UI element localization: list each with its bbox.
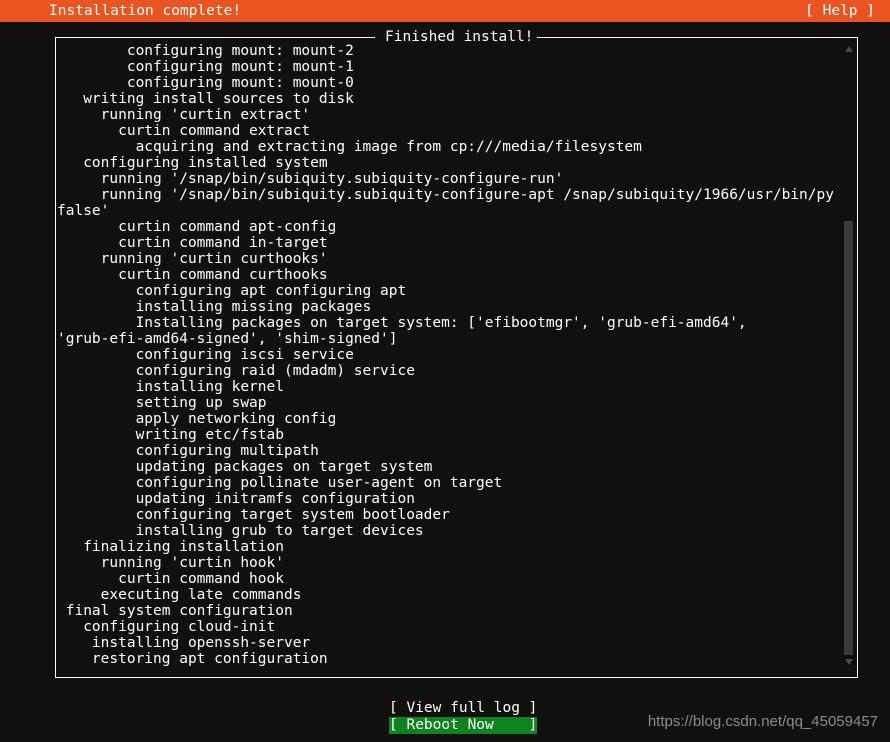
log-line: finalizing installation (57, 539, 284, 555)
log-line: configuring raid (mdadm) service (57, 363, 415, 379)
log-line: 'grub-efi-amd64-signed', 'shim-signed'] (57, 331, 398, 347)
log-line: acquiring and extracting image from cp:/… (57, 139, 642, 155)
log-line: running 'curtin hook' (57, 555, 284, 571)
log-line: running 'curtin extract' (57, 107, 311, 123)
log-line: Installing packages on target system: ['… (57, 315, 747, 331)
log-line: installing grub to target devices (57, 523, 424, 539)
log-line: curtin command curthooks (57, 267, 328, 283)
log-line: executing late commands (57, 587, 302, 603)
log-line: restoring apt configuration (57, 651, 328, 667)
install-log: configuring mount: mount-2 configuring m… (57, 43, 833, 675)
log-line: configuring pollinate user-agent on targ… (57, 475, 503, 491)
log-line: configuring iscsi service (57, 347, 354, 363)
log-line: curtin command apt-config (57, 219, 337, 235)
log-line: writing install sources to disk (57, 91, 354, 107)
log-line: configuring mount: mount-2 (57, 43, 354, 59)
page-title: Installation complete! (49, 3, 242, 19)
log-line: updating initramfs configuration (57, 491, 415, 507)
log-line: configuring target system bootloader (57, 507, 450, 523)
log-line: false' (57, 203, 110, 219)
panel-top-border-left (55, 37, 375, 38)
log-line: running 'curtin curthooks' (57, 251, 328, 267)
scroll-up-arrow-icon[interactable] (844, 45, 853, 54)
log-line: updating packages on target system (57, 459, 433, 475)
log-line: configuring installed system (57, 155, 328, 171)
log-line: apply networking config (57, 411, 337, 427)
log-line: installing missing packages (57, 299, 372, 315)
panel-top-border-right (489, 37, 858, 38)
log-line: installing openssh-server (57, 635, 311, 651)
log-line: running '/snap/bin/subiquity.subiquity-c… (57, 171, 564, 187)
log-line: curtin command extract (57, 123, 311, 139)
installer-screen: Installation complete! [ Help ] Finished… (0, 0, 890, 742)
log-line: configuring apt configuring apt (57, 283, 407, 299)
log-line: configuring multipath (57, 443, 319, 459)
log-line: running '/snap/bin/subiquity.subiquity-c… (57, 187, 833, 203)
log-line: setting up swap (57, 395, 267, 411)
log-line: writing etc/fstab (57, 427, 284, 443)
scrollbar-thumb[interactable] (844, 221, 853, 655)
header-bar: Installation complete! [ Help ] (0, 0, 890, 22)
view-full-log-button[interactable]: [ View full log ] (389, 700, 537, 717)
scroll-down-arrow-icon[interactable] (844, 658, 853, 667)
log-line: final system configuration (57, 603, 293, 619)
log-line: curtin command in-target (57, 235, 328, 251)
log-line: curtin command hook (57, 571, 284, 587)
log-line: configuring mount: mount-0 (57, 75, 354, 91)
log-line: configuring mount: mount-1 (57, 59, 354, 75)
help-button[interactable]: [ Help ] (805, 0, 875, 22)
log-line: installing kernel (57, 379, 284, 395)
reboot-now-button[interactable]: [ Reboot Now ] (389, 717, 538, 734)
watermark: https://blog.csdn.net/qq_45059457 (647, 713, 878, 730)
log-line: configuring cloud-init (57, 619, 276, 635)
